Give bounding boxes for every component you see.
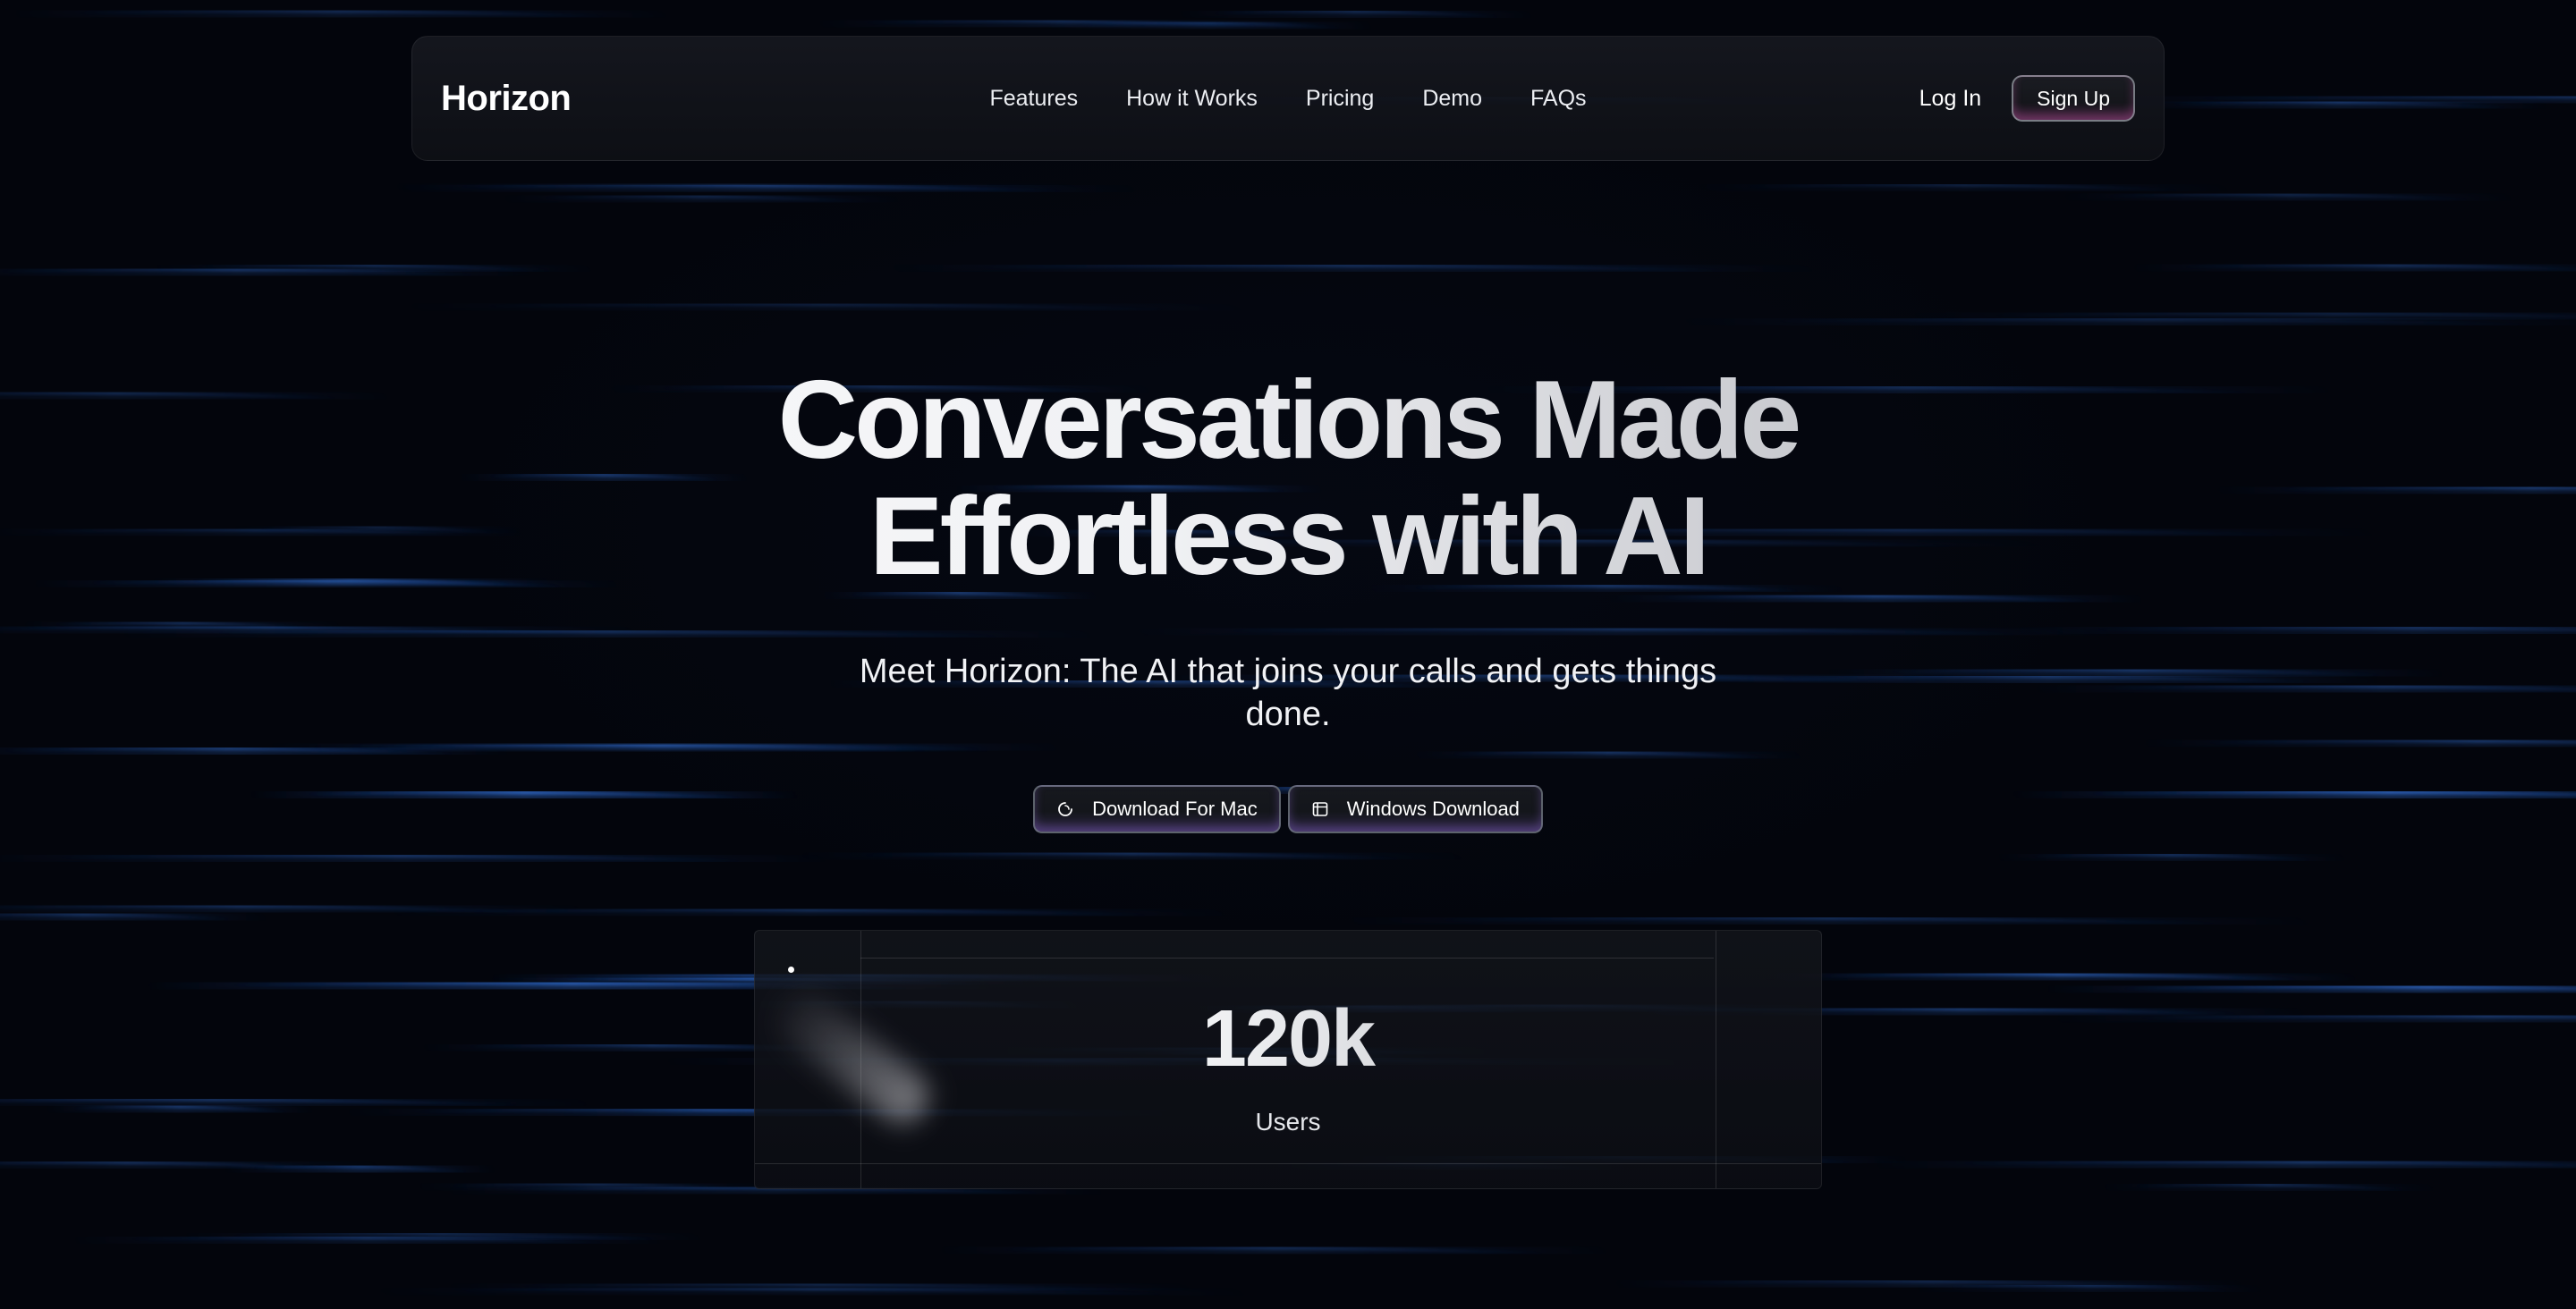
nav-link-demo[interactable]: Demo	[1422, 86, 1482, 112]
hero-title-line-1: Conversations Made	[0, 362, 2576, 478]
nav-links: Features How it Works Pricing Demo FAQs	[989, 86, 1586, 112]
page: Horizon Features How it Works Pricing De…	[0, 0, 2576, 1309]
nav-link-pricing[interactable]: Pricing	[1306, 86, 1374, 112]
download-mac-button[interactable]: Download For Mac	[1033, 785, 1281, 833]
stat-value: 120k	[755, 993, 1821, 1085]
nav-link-how-it-works[interactable]: How it Works	[1126, 86, 1258, 112]
signup-button[interactable]: Sign Up	[2012, 75, 2135, 122]
top-navigation-bar: Horizon Features How it Works Pricing De…	[411, 36, 2165, 161]
download-mac-label: Download For Mac	[1092, 798, 1258, 820]
card-grid-line-bottom	[755, 1163, 1821, 1164]
stats-card: 120k Users	[754, 930, 1822, 1189]
nav-link-features[interactable]: Features	[989, 86, 1078, 112]
nav-actions: Log In Sign Up	[1919, 75, 2135, 122]
login-link[interactable]: Log In	[1919, 86, 1982, 112]
nav-link-faqs[interactable]: FAQs	[1530, 86, 1587, 112]
card-grid-line-top	[860, 958, 1714, 959]
download-windows-label: Windows Download	[1346, 798, 1520, 820]
stat-label: Users	[1255, 1108, 1321, 1136]
hero-subtitle: Meet Horizon: The AI that joins your cal…	[859, 653, 1717, 733]
brand-logo[interactable]: Horizon	[441, 79, 572, 119]
hero-title-line-2: Effortless with AI	[0, 478, 2576, 595]
download-buttons: Download For Mac Windows Download	[0, 785, 2576, 833]
hero-title: Conversations Made Effortless with AI	[0, 362, 2576, 595]
apple-logo-icon	[1058, 802, 1072, 816]
windows-logo-icon	[1312, 802, 1328, 816]
download-windows-button[interactable]: Windows Download	[1287, 785, 1543, 833]
glow-dot-decoration	[788, 967, 794, 973]
